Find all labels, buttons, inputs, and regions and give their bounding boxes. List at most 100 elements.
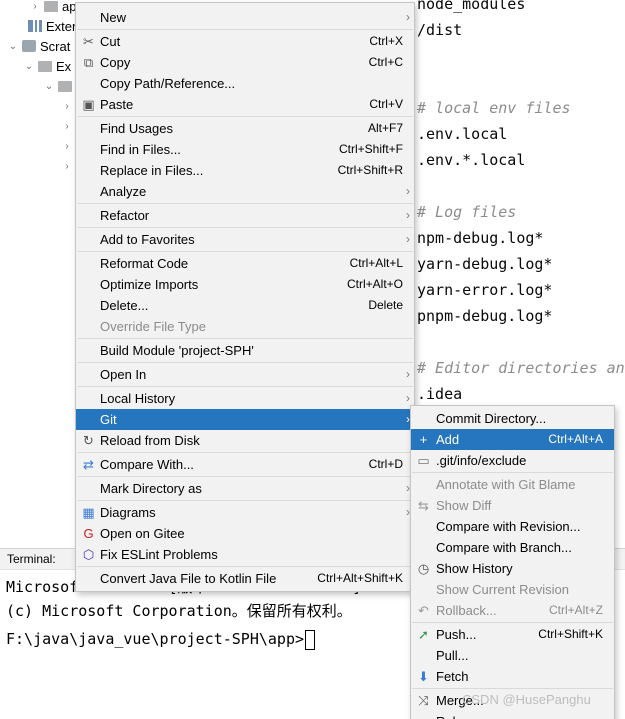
menu-item-git[interactable]: Git › — [76, 409, 414, 430]
git-submenu: Commit Directory... + Add Ctrl+Alt+A ▭ .git/i… — [410, 405, 615, 719]
menu-item-compare-with-branch[interactable]: Compare with Branch... — [411, 537, 614, 558]
menu-item-copy-path-reference[interactable]: Copy Path/Reference... — [76, 73, 414, 94]
menu-item-show-history[interactable]: ◷ Show History — [411, 558, 614, 579]
push-icon: ➚ — [418, 627, 429, 642]
menu-item-label: Convert Java File to Kotlin File — [100, 571, 277, 586]
menu-item-local-history[interactable]: Local History › — [76, 388, 414, 409]
tree-row-collapsed[interactable]: › — [62, 136, 72, 156]
menu-item-git-info-exclude[interactable]: ▭ .git/info/exclude — [411, 450, 614, 471]
chevron-right-icon: › — [406, 184, 410, 198]
menu-separator — [77, 29, 413, 30]
chevron-down-icon[interactable]: ⌄ — [44, 81, 54, 92]
menu-item-shortcut: Ctrl+D — [368, 457, 403, 471]
menu-item-label: Analyze — [100, 184, 147, 199]
code-line: .env.*.local — [417, 151, 526, 169]
menu-item-shortcut: Ctrl+C — [368, 55, 403, 69]
menu-item-new[interactable]: New › — [76, 7, 414, 28]
file-icon: ▭ — [417, 453, 430, 468]
tree-row-collapsed[interactable]: › — [62, 116, 72, 136]
code-line: .idea — [417, 385, 463, 403]
compare-icon: ⇄ — [83, 457, 94, 472]
context-menu: New › ✂ Cut Ctrl+X ⧉ Copy Ctrl+C Copy Path/Refer… — [75, 2, 415, 592]
menu-item-delete[interactable]: Delete... Delete — [76, 295, 414, 316]
menu-item-optimize-imports[interactable]: Optimize Imports Ctrl+Alt+O — [76, 274, 414, 295]
menu-item-find-in-files[interactable]: Find in Files... Ctrl+Shift+F — [76, 139, 414, 160]
chevron-right-icon[interactable]: › — [62, 161, 72, 172]
menu-item-label: Build Module 'project-SPH' — [100, 343, 254, 358]
menu-item-find-usages[interactable]: Find Usages Alt+F7 — [76, 118, 414, 139]
menu-item-shortcut: Alt+F7 — [367, 121, 403, 135]
menu-separator — [412, 688, 613, 689]
menu-item-pull[interactable]: Pull... — [411, 645, 614, 666]
menu-item-label: Open on Gitee — [100, 526, 185, 541]
chevron-right-icon[interactable]: › — [30, 1, 40, 12]
menu-item-fix-eslint-problems[interactable]: ⬡ Fix ESLint Problems — [76, 544, 414, 565]
terminal-cursor — [305, 629, 316, 650]
menu-item-copy[interactable]: ⧉ Copy Ctrl+C — [76, 52, 414, 73]
menu-separator — [77, 116, 413, 117]
menu-item-fetch[interactable]: ⬇ Fetch — [411, 666, 614, 687]
chevron-right-icon[interactable]: › — [62, 141, 72, 152]
menu-item-label: Copy — [100, 55, 131, 70]
menu-item-mark-directory-as[interactable]: Mark Directory as › — [76, 478, 414, 499]
chevron-right-icon[interactable]: › — [62, 121, 72, 132]
chevron-down-icon[interactable]: ⌄ — [24, 61, 34, 72]
menu-item-rebase[interactable]: Rebase... — [411, 711, 614, 719]
menu-item-reformat-code[interactable]: Reformat Code Ctrl+Alt+L — [76, 253, 414, 274]
copy-icon: ⧉ — [83, 55, 94, 70]
menu-item-open-on-gitee[interactable]: G Open on Gitee — [76, 523, 414, 544]
code-line: pnpm-debug.log* — [417, 307, 553, 325]
gitee-icon: G — [83, 526, 94, 541]
menu-item-label: Open In — [100, 367, 147, 382]
menu-item-open-in[interactable]: Open In › — [76, 364, 414, 385]
menu-item-label: Find Usages — [100, 121, 173, 136]
code-comment-line: # Editor directories and — [417, 359, 625, 377]
menu-item-label: Override File Type — [100, 319, 206, 334]
diagrams-icon: ▦ — [82, 505, 95, 520]
menu-item-diagrams[interactable]: ▦ Diagrams › — [76, 502, 414, 523]
menu-item-push[interactable]: ➚ Push... Ctrl+Shift+K — [411, 624, 614, 645]
menu-item-add-to-favorites[interactable]: Add to Favorites › — [76, 229, 414, 250]
menu-separator — [77, 500, 413, 501]
menu-item-cut[interactable]: ✂ Cut Ctrl+X — [76, 31, 414, 52]
terminal-prompt-line[interactable]: F:\java\java_vue\project-SPH\app> — [6, 626, 316, 652]
menu-item-shortcut: Ctrl+Alt+O — [346, 277, 403, 291]
menu-item-analyze[interactable]: Analyze › — [76, 181, 414, 202]
menu-item-paste[interactable]: ▣ Paste Ctrl+V — [76, 94, 414, 115]
menu-item-label: New — [100, 10, 127, 25]
menu-separator — [77, 251, 413, 252]
tree-row-collapsed[interactable]: ⌄ — [44, 76, 76, 96]
menu-item-commit-directory[interactable]: Commit Directory... — [411, 408, 614, 429]
menu-item-label: Show Current Revision — [436, 582, 569, 597]
menu-item-label: Compare With... — [100, 457, 194, 472]
menu-item-label: Commit Directory... — [436, 411, 547, 426]
folder-icon — [38, 60, 52, 72]
menu-item-compare-with[interactable]: ⇄ Compare With... Ctrl+D — [76, 454, 414, 475]
menu-item-label: Paste — [100, 97, 134, 112]
menu-item-add[interactable]: + Add Ctrl+Alt+A — [411, 429, 614, 450]
code-line: yarn-error.log* — [417, 281, 553, 299]
menu-item-shortcut: Ctrl+Alt+Shift+K — [317, 571, 403, 585]
reload-icon: ↻ — [83, 433, 94, 448]
menu-item-reload-from-disk[interactable]: ↻ Reload from Disk — [76, 430, 414, 451]
menu-item-shortcut: Ctrl+Alt+A — [548, 432, 603, 446]
tree-row-collapsed[interactable]: › — [62, 96, 72, 116]
menu-item-refactor[interactable]: Refactor › — [76, 205, 414, 226]
menu-item-replace-in-files[interactable]: Replace in Files... Ctrl+Shift+R — [76, 160, 414, 181]
menu-item-label: Compare with Branch... — [436, 540, 572, 555]
chevron-right-icon: › — [406, 367, 410, 381]
menu-separator — [77, 227, 413, 228]
tree-row-scratches[interactable]: ⌄ Scrat — [8, 36, 71, 56]
tree-row-external-libraries[interactable]: Exter — [24, 16, 76, 36]
menu-item-compare-with-revision[interactable]: Compare with Revision... — [411, 516, 614, 537]
tree-row-collapsed[interactable]: › — [62, 156, 72, 176]
menu-item-label: Diagrams — [100, 505, 156, 520]
menu-item-label: Add — [436, 432, 460, 447]
chevron-right-icon[interactable]: › — [62, 101, 72, 112]
tree-row-extensions[interactable]: ⌄ Ex — [24, 56, 71, 76]
menu-item-label: Mark Directory as — [100, 481, 202, 496]
menu-item-build-module-project-sph[interactable]: Build Module 'project-SPH' — [76, 340, 414, 361]
menu-item-shortcut: Ctrl+Shift+R — [337, 163, 403, 177]
chevron-down-icon[interactable]: ⌄ — [8, 41, 18, 52]
menu-item-convert-java-file-to-kotlin-file[interactable]: Convert Java File to Kotlin File Ctrl+Alt… — [76, 568, 414, 589]
